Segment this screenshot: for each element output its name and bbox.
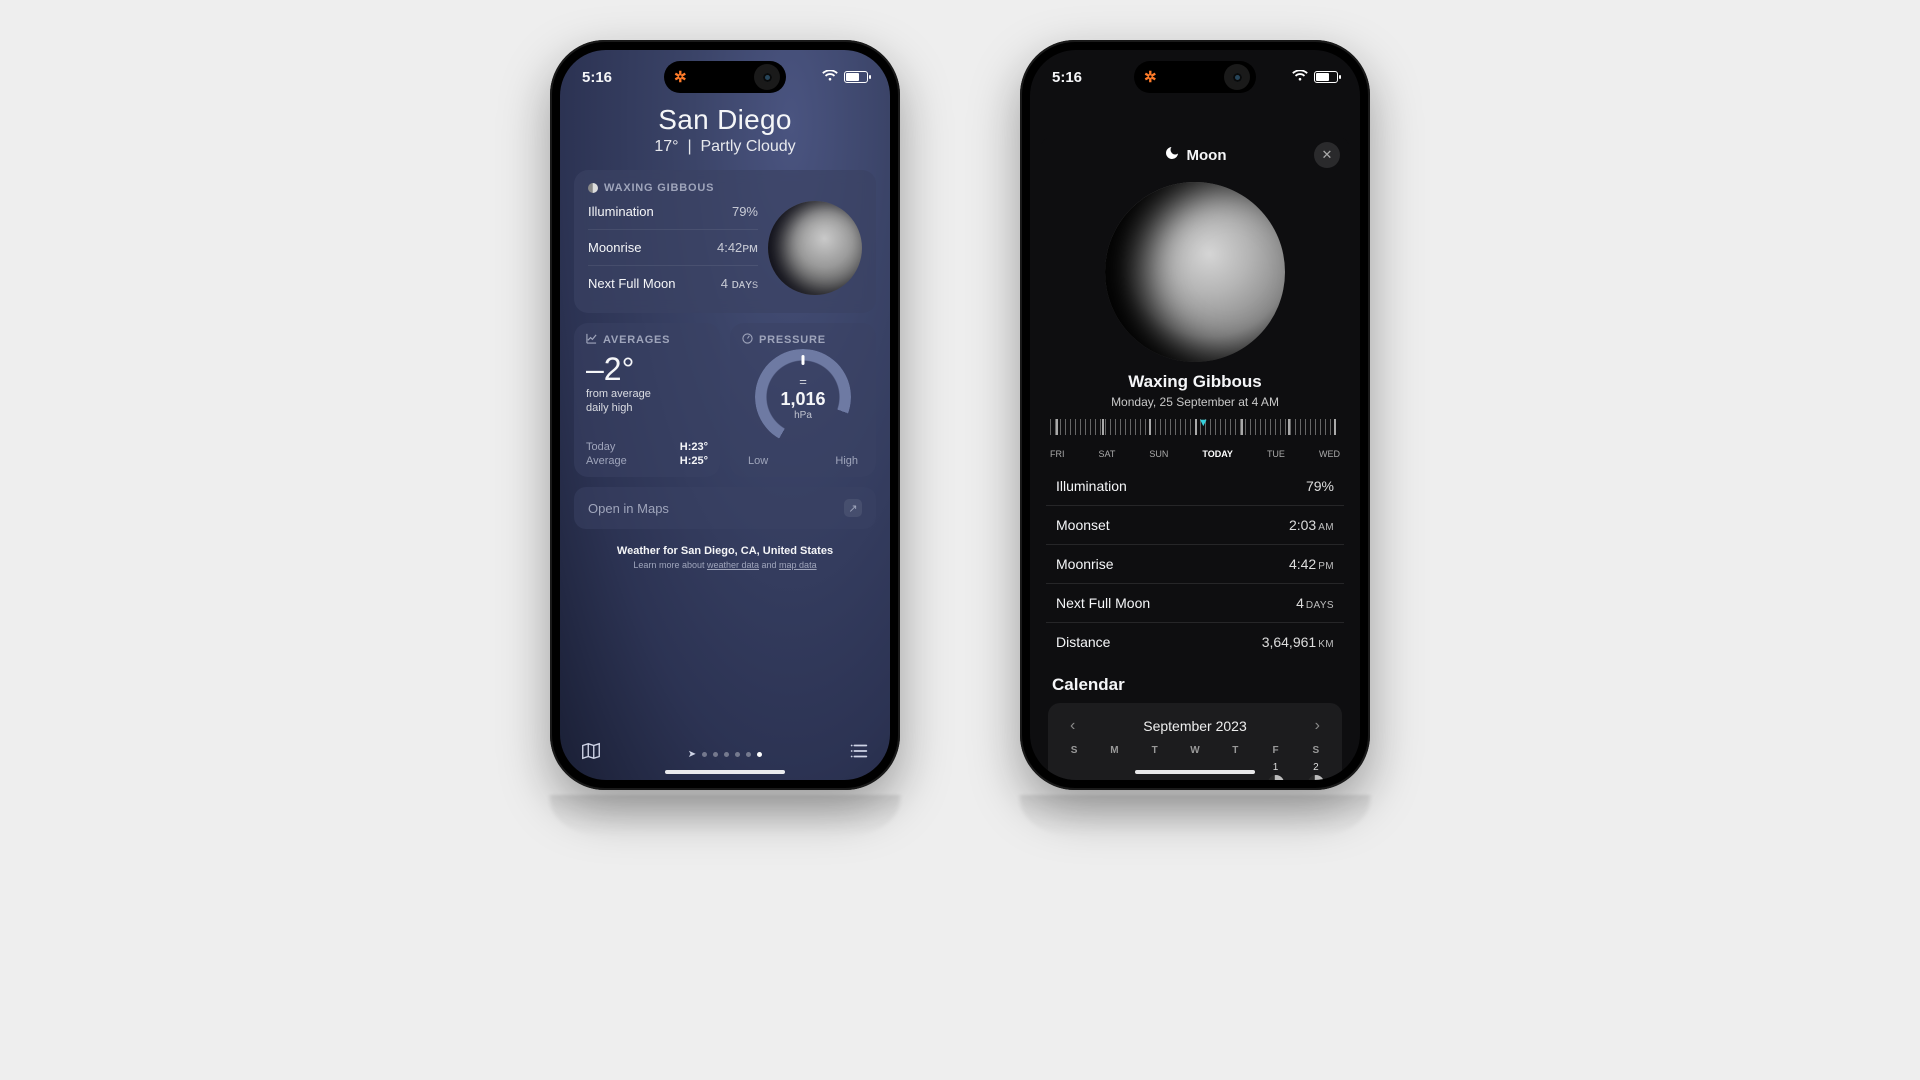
moon-image-large (1105, 182, 1285, 362)
camera-icon (754, 64, 780, 90)
moon-card-header: WAXING GIBBOUS (604, 182, 714, 194)
pressure-value: 1,016 (780, 389, 825, 410)
calendar-next-button[interactable]: › (1309, 715, 1326, 737)
moon-row-illumination: Illumination 79% (588, 194, 758, 230)
calendar-month-label: September 2023 (1143, 718, 1247, 734)
moon-phase-icon (1268, 775, 1284, 780)
moon-timeline[interactable]: ▼ (1050, 419, 1340, 445)
page-dots[interactable]: ➤ (688, 749, 762, 760)
open-in-maps-row[interactable]: Open in Maps ↗ (574, 487, 876, 529)
sheet-title: Moon (1187, 147, 1227, 164)
moon-row-moonrise: Moonrise 4:42ᴘᴍ (588, 230, 758, 266)
current-conditions: 17° | Partly Cloudy (560, 138, 890, 156)
battery-icon (844, 71, 868, 83)
location-title: San Diego (560, 104, 890, 136)
camera-icon (1224, 64, 1250, 90)
averages-average-row: Average H:25° (586, 455, 708, 467)
averages-deviation: –2° (586, 351, 708, 388)
moon-detail-sheet: Moon ✕ Waxing Gibbous Monday, 25 Septemb… (1040, 136, 1350, 780)
activity-icon: ✲ (1144, 68, 1157, 86)
battery-icon (1314, 71, 1338, 83)
weather-data-link[interactable]: weather data (707, 560, 759, 570)
status-time: 5:16 (1052, 69, 1134, 86)
averages-today-row: Today H:23° (586, 441, 708, 453)
moon-phase-icon (588, 183, 598, 193)
list-icon[interactable] (848, 740, 870, 768)
detail-row-moonset: Moonset 2:03AM (1046, 506, 1344, 545)
averages-caption: from average daily high (586, 388, 708, 416)
moon-phase-date: Monday, 25 September at 4 AM (1040, 395, 1350, 409)
pressure-header: PRESSURE (759, 334, 826, 346)
location-arrow-icon: ➤ (688, 749, 696, 760)
home-indicator[interactable] (665, 770, 785, 774)
pressure-card[interactable]: PRESSURE = 1,016 hPa Low High (730, 323, 876, 477)
chart-icon (586, 333, 597, 347)
status-bar: 5:16 ✲ (1030, 50, 1360, 98)
map-data-link[interactable]: map data (779, 560, 817, 570)
moon-calendar: ‹ September 2023 › S M T W T F S 1 2 3 (1048, 703, 1342, 780)
moon-phase-title: Waxing Gibbous (1040, 372, 1350, 392)
wifi-icon (822, 69, 838, 85)
timeline-marker-icon: ▼ (1198, 417, 1209, 429)
pressure-low-label: Low (748, 455, 768, 467)
moon-row-next-full: Next Full Moon 4 ᴅᴀʏs (588, 266, 758, 301)
moon-image-small (768, 201, 862, 295)
detail-row-next-full: Next Full Moon 4DAYS (1046, 584, 1344, 623)
detail-row-distance: Distance 3,64,961KM (1046, 623, 1344, 661)
moon-icon (1164, 145, 1180, 165)
detail-row-illumination: Illumination 79% (1046, 467, 1344, 506)
moon-phase-icon (1308, 775, 1324, 780)
pressure-unit: hPa (794, 410, 812, 421)
calendar-section-title: Calendar (1052, 675, 1338, 695)
calendar-prev-button[interactable]: ‹ (1064, 715, 1081, 737)
phone-moon-detail: 5:16 ✲ Moon ✕ (1020, 40, 1370, 790)
pressure-gauge: = 1,016 hPa (755, 349, 851, 445)
moon-summary-card[interactable]: WAXING GIBBOUS Illumination 79% Moonrise… (574, 170, 876, 313)
averages-header: AVERAGES (603, 334, 670, 346)
attribution-footer: Weather for San Diego, CA, United States… (560, 545, 890, 570)
external-link-icon: ↗ (844, 499, 862, 517)
pressure-trend-icon: = (799, 374, 807, 389)
open-in-maps-label: Open in Maps (588, 501, 669, 516)
map-icon[interactable] (580, 740, 602, 768)
home-indicator[interactable] (1135, 770, 1255, 774)
dynamic-island[interactable]: ✲ (1134, 61, 1256, 93)
gauge-icon (742, 333, 753, 347)
pressure-high-label: High (835, 455, 858, 467)
phone-weather: 5:16 ✲ San Diego 17° | Partly Cloudy (550, 40, 900, 790)
wifi-icon (1292, 69, 1308, 85)
status-time: 5:16 (582, 69, 664, 86)
detail-row-moonrise: Moonrise 4:42PM (1046, 545, 1344, 584)
timeline-day-labels: FRI SAT SUN TODAY TUE WED (1050, 449, 1340, 459)
attribution-line1: Weather for San Diego, CA, United States (560, 545, 890, 557)
dynamic-island[interactable]: ✲ (664, 61, 786, 93)
status-bar: 5:16 ✲ (560, 50, 890, 98)
averages-card[interactable]: AVERAGES –2° from average daily high Tod… (574, 323, 720, 477)
activity-icon: ✲ (674, 68, 687, 86)
calendar-day[interactable]: 1 (1257, 760, 1293, 780)
close-button[interactable]: ✕ (1314, 142, 1340, 168)
calendar-day[interactable]: 2 (1298, 760, 1334, 780)
